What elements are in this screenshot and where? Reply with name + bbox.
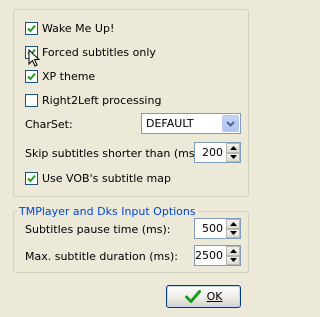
max-duration-label-text: Max. subtitle duration (ms):: [25, 249, 178, 263]
charset-select[interactable]: DEFAULT: [141, 113, 241, 134]
skip-shorter-label-text: Skip subtitles shorter than (ms):: [25, 146, 203, 160]
skip-shorter-value[interactable]: 200: [195, 146, 226, 159]
max-duration-label: Max. subtitle duration (ms):: [25, 248, 178, 264]
spin-down-icon[interactable]: [226, 228, 240, 238]
check-icon: [27, 174, 36, 182]
chevron-down-icon[interactable]: [222, 115, 239, 132]
spin-up-icon[interactable]: [226, 246, 240, 256]
skip-shorter-spinner[interactable]: 200: [194, 142, 241, 163]
wake-me-up-option[interactable]: Wake Me Up!: [25, 20, 114, 36]
forced-subtitles-label: Forced subtitles only: [42, 45, 156, 59]
vob-map-checkbox[interactable]: [25, 171, 38, 185]
spin-down-icon[interactable]: [226, 255, 240, 265]
xp-theme-label: XP theme: [42, 69, 96, 83]
check-icon: [27, 72, 36, 80]
checkmark-icon: [184, 290, 201, 303]
xp-theme-checkbox[interactable]: [25, 69, 38, 83]
spin-down-icon[interactable]: [226, 152, 240, 162]
vob-map-label: Use VOB's subtitle map: [42, 171, 171, 185]
right2left-checkbox[interactable]: [25, 93, 38, 107]
pause-time-label: Subtitles pause time (ms):: [25, 221, 170, 237]
wake-me-up-label: Wake Me Up!: [42, 21, 115, 35]
ok-label: OK: [206, 290, 223, 303]
wake-me-up-checkbox[interactable]: [25, 21, 38, 35]
max-duration-spinner[interactable]: 2500: [194, 245, 241, 266]
tmplayer-group-title: TMPlayer and Dks Input Options: [17, 205, 198, 218]
right2left-option[interactable]: Right2Left processing: [25, 92, 161, 108]
skip-shorter-label: Skip subtitles shorter than (ms):: [25, 145, 203, 161]
xp-theme-option[interactable]: XP theme: [25, 68, 95, 84]
max-duration-value[interactable]: 2500: [195, 249, 226, 262]
right2left-label: Right2Left processing: [42, 93, 162, 107]
pause-time-spinner[interactable]: 500: [194, 218, 241, 239]
spin-up-icon[interactable]: [226, 219, 240, 229]
check-icon: [27, 24, 36, 32]
settings-dialog: Wake Me Up! Forced subtitles only XP the…: [0, 0, 262, 317]
vob-map-option[interactable]: Use VOB's subtitle map: [25, 170, 171, 186]
charset-label: CharSet:: [25, 116, 73, 132]
pause-time-value[interactable]: 500: [195, 222, 226, 235]
charset-value: DEFAULT: [146, 117, 194, 130]
ok-button[interactable]: OK: [166, 285, 241, 308]
pause-time-label-text: Subtitles pause time (ms):: [25, 222, 171, 236]
forced-subtitles-checkbox[interactable]: [25, 45, 40, 67]
mouse-cursor-icon: [28, 48, 40, 67]
spin-up-icon[interactable]: [226, 143, 240, 153]
charset-label-text: CharSet:: [25, 117, 73, 131]
forced-subtitles-option[interactable]: Forced subtitles only: [25, 44, 156, 67]
